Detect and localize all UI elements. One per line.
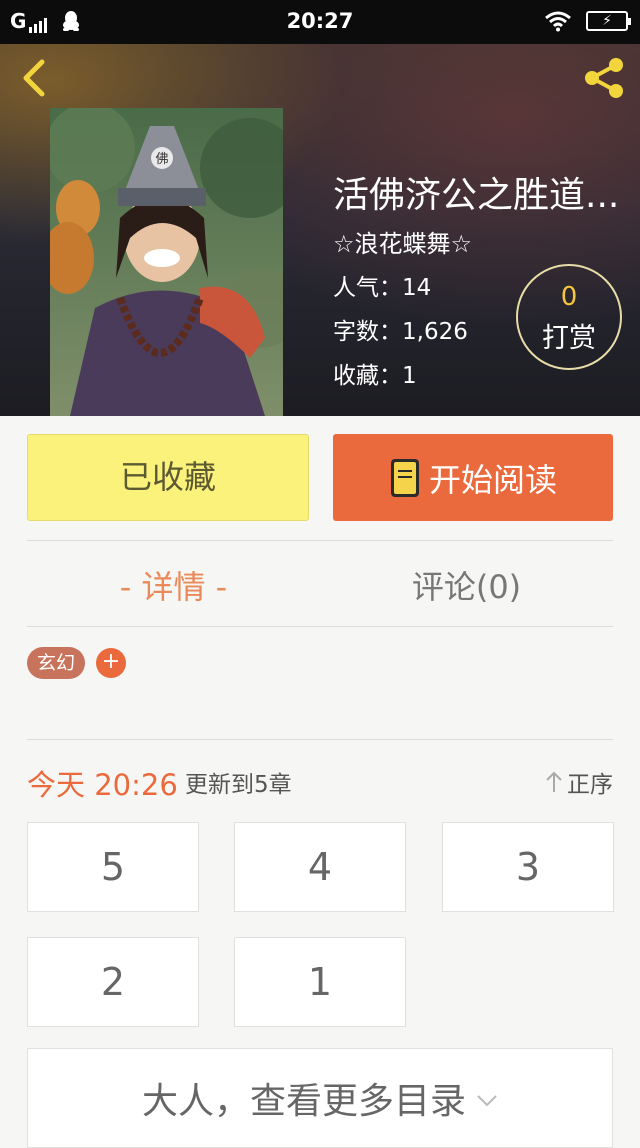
book-title: 活佛济公之胜道... xyxy=(333,175,620,216)
chapter-button[interactable]: 1 xyxy=(234,937,406,1027)
stat-label: 收藏： xyxy=(333,363,402,389)
sort-up-arrow-icon xyxy=(546,771,562,792)
genre-tag[interactable]: 玄幻 xyxy=(27,647,86,679)
tip-button[interactable]: 0 打赏 xyxy=(516,264,622,370)
stat-word-count: 字数：1,626 xyxy=(333,312,468,346)
stat-favorites: 收藏：1 xyxy=(333,356,417,390)
start-reading-label: 开始阅读 xyxy=(428,460,557,499)
add-tag-button[interactable]: + xyxy=(96,648,126,678)
chapter-button[interactable]: 5 xyxy=(27,822,199,912)
sort-order-button[interactable]: 正序 xyxy=(545,765,613,799)
start-reading-button[interactable]: 开始阅读 xyxy=(333,434,613,521)
tab-comments[interactable]: 评论(0) xyxy=(320,562,613,608)
divider xyxy=(27,540,613,541)
collected-button[interactable]: 已收藏 xyxy=(27,434,309,521)
back-arrow-icon[interactable] xyxy=(14,56,54,100)
chevron-down-icon xyxy=(477,1095,497,1107)
chapter-button[interactable]: 4 xyxy=(234,822,406,912)
tab-details[interactable]: - 详情 - xyxy=(27,562,320,608)
stat-label: 字数： xyxy=(333,319,402,345)
stat-value: 1,626 xyxy=(402,319,468,345)
stat-popularity: 人气：14 xyxy=(333,268,431,302)
divider xyxy=(27,626,613,627)
stat-label: 人气： xyxy=(333,275,402,301)
tip-label: 打赏 xyxy=(542,323,596,354)
book-author[interactable]: ☆浪花蝶舞☆ xyxy=(333,224,472,259)
wifi-icon xyxy=(545,11,571,32)
stat-value: 1 xyxy=(402,363,417,389)
battery-icon: ⚡ xyxy=(586,11,631,31)
tip-count: 0 xyxy=(560,282,578,312)
book-cover-image[interactable]: 佛 xyxy=(50,108,283,416)
chapter-button[interactable]: 2 xyxy=(27,937,199,1027)
svg-text:佛: 佛 xyxy=(155,152,168,167)
more-chapters-label: 大人，查看更多目录 xyxy=(141,1081,466,1122)
sort-order-label: 正序 xyxy=(567,772,613,798)
book-icon xyxy=(390,458,419,497)
book-header: 佛 活佛济公之胜道... ☆浪花蝶舞☆ 人气：14 字数：1,626 收藏：1 … xyxy=(0,44,640,416)
status-bar: G 20:27 ⚡ xyxy=(0,0,640,44)
chapter-button[interactable]: 3 xyxy=(442,822,614,912)
update-time: 今天 20:26 xyxy=(27,768,178,802)
more-chapters-button[interactable]: 大人，查看更多目录 xyxy=(27,1048,613,1148)
divider xyxy=(27,739,613,740)
share-icon[interactable] xyxy=(580,54,628,102)
update-text: 更新到5章 xyxy=(185,772,292,798)
stat-value: 14 xyxy=(402,275,432,301)
